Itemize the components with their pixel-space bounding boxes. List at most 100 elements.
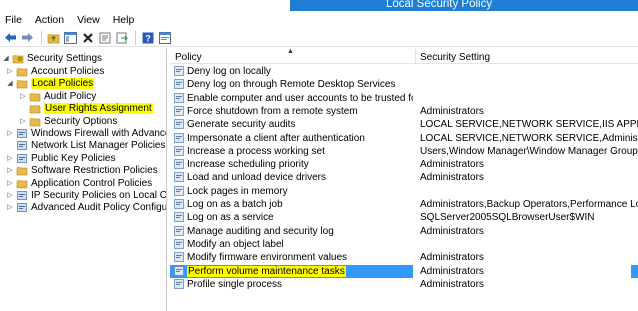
policy-name: Increase scheduling priority (187, 159, 309, 170)
policy-name: Log on as a batch job (187, 199, 283, 210)
column-divider[interactable] (415, 49, 416, 64)
policy-item-icon (174, 266, 184, 276)
policy-item-icon (174, 199, 184, 209)
tree-item-label: Local Policies (31, 77, 95, 89)
policy-cell: Manage auditing and security log (187, 225, 413, 238)
up-folder-icon[interactable] (46, 30, 61, 45)
policy-cell: Perform volume maintenance tasks (187, 265, 413, 278)
sort-ascending-icon: ▲ (287, 48, 294, 55)
forward-icon[interactable] (20, 30, 35, 45)
policy-cell: Load and unload device drivers (187, 171, 413, 184)
tree-item[interactable]: ◢ Local Policies (6, 77, 95, 89)
tree-item[interactable]: ▷ Windows Firewall with Advanced Secu (6, 127, 166, 139)
policy-node-icon (16, 140, 28, 151)
policy-item-icon (174, 252, 184, 262)
policy-folder-icon (16, 66, 28, 77)
menu-action[interactable]: Action (35, 14, 64, 26)
column-header-policy[interactable]: Policy (175, 52, 202, 63)
tree-item[interactable]: User Rights Assignment (19, 102, 153, 114)
menu-help[interactable]: Help (113, 14, 135, 26)
list-row[interactable]: Log on as a batch job Administrators,Back… (170, 198, 638, 211)
security-setting-cell: Administrators (413, 265, 631, 278)
expand-icon[interactable]: ▷ (6, 179, 14, 187)
list-row[interactable]: Perform volume maintenance tasks Administ… (170, 265, 638, 278)
policy-name: Log on as a service (187, 212, 274, 223)
tree-item[interactable]: ▷ Account Policies (6, 65, 104, 77)
tree-item[interactable]: ▷ Application Control Policies (6, 177, 152, 189)
tree-item-security-settings[interactable]: ◢ Security Settings (2, 52, 102, 64)
policy-name: Generate security audits (187, 119, 296, 130)
policy-cell: Log on as a batch job (187, 198, 413, 211)
list-row[interactable]: Load and unload device drivers Administra… (170, 171, 638, 184)
security-settings-icon (12, 53, 24, 64)
console-icon[interactable] (157, 30, 172, 45)
help-icon[interactable]: ? (140, 30, 155, 45)
list-row[interactable]: Manage auditing and security log Administ… (170, 225, 638, 238)
expand-icon[interactable]: ▷ (19, 92, 27, 100)
expand-icon[interactable]: ▷ (6, 154, 14, 162)
list-row[interactable]: Impersonate a client after authenticatio… (170, 132, 638, 145)
window-title: Local Security Policy (386, 0, 493, 10)
menu-file[interactable]: File (5, 14, 22, 26)
collapse-icon[interactable]: ◢ (2, 54, 10, 62)
policy-name: Load and unload device drivers (187, 172, 326, 183)
policy-item-icon (174, 159, 184, 169)
list-row[interactable]: Increase scheduling priority Administrato… (170, 158, 638, 171)
list-row[interactable]: Force shutdown from a remote system Admin… (170, 105, 638, 118)
policy-node-icon (16, 128, 28, 139)
tree-item-label: Network List Manager Policies (31, 139, 166, 151)
tree-item[interactable]: ▷ Audit Policy (19, 90, 96, 102)
security-setting-cell: Users,Window Manager\Window Manager Grou… (420, 146, 638, 157)
show-hide-tree-icon[interactable] (63, 30, 78, 45)
list-row[interactable]: Profile single process Administrators (170, 278, 638, 291)
column-header-security-setting[interactable]: Security Setting (420, 52, 490, 63)
policy-folder-icon (29, 116, 41, 127)
expand-icon[interactable]: ▷ (6, 129, 14, 137)
tree-item[interactable]: ▷ Advanced Audit Policy Configuration (6, 201, 166, 213)
policy-cell: Lock pages in memory (187, 185, 413, 198)
policy-folder-icon (29, 103, 41, 114)
policy-cell: Deny log on locally (187, 65, 413, 78)
policy-name: Impersonate a client after authenticatio… (187, 133, 365, 144)
tree-item-label: Security Settings (27, 52, 103, 64)
list-row[interactable]: Deny log on through Remote Desktop Servi… (170, 78, 638, 91)
tree-item[interactable]: Network List Manager Policies (6, 139, 166, 151)
back-icon[interactable] (3, 30, 18, 45)
expand-icon[interactable]: ▷ (6, 166, 14, 174)
properties-icon[interactable] (97, 30, 112, 45)
expand-icon[interactable]: ▷ (6, 203, 14, 211)
expand-icon[interactable]: ▷ (19, 117, 27, 125)
policy-cell: Impersonate a client after authenticatio… (187, 132, 413, 145)
policy-cell: Modify firmware environment values (187, 251, 413, 264)
list-row[interactable]: Modify an object label (170, 238, 638, 251)
policy-node-icon (16, 153, 28, 164)
list-row[interactable]: Deny log on locally (170, 65, 638, 78)
expand-icon[interactable]: ▷ (6, 67, 14, 75)
list-row[interactable]: Modify firmware environment values Admini… (170, 251, 638, 264)
expand-icon[interactable]: ▷ (6, 191, 14, 199)
policy-name: Lock pages in memory (187, 186, 288, 197)
list-row[interactable]: Log on as a service SQLServer2005SQLBrows… (170, 211, 638, 224)
tree-item[interactable]: ▷ Security Options (19, 115, 117, 127)
delete-icon[interactable] (80, 30, 95, 45)
export-list-icon[interactable] (114, 30, 129, 45)
policy-item-icon (174, 146, 184, 156)
security-setting-cell: Administrators,Backup Operators,Performa… (420, 199, 638, 210)
tree-item[interactable]: ▷ Public Key Policies (6, 152, 115, 164)
tree-item[interactable]: ▷ Software Restriction Policies (6, 164, 157, 176)
list-row[interactable]: Enable computer and user accounts to be … (170, 92, 638, 105)
collapse-icon[interactable]: ◢ (6, 79, 14, 87)
tree-item-label: User Rights Assignment (44, 102, 153, 114)
tree-item-label: Security Options (44, 115, 118, 127)
list-row[interactable]: Increase a process working set Users,Wind… (170, 145, 638, 158)
menu-view[interactable]: View (77, 14, 100, 26)
list-row[interactable]: Generate security audits LOCAL SERVICE,NE… (170, 118, 638, 131)
policy-cell: Modify an object label (187, 238, 413, 251)
list-row[interactable]: Lock pages in memory (170, 185, 638, 198)
tree-item[interactable]: ▷ IP Security Policies on Local Compute (6, 189, 166, 201)
policy-node-icon (16, 202, 28, 213)
toolbar-separator (41, 30, 42, 45)
policy-name: Deny log on through Remote Desktop Servi… (187, 79, 396, 90)
list-header: ▲ Policy Security Setting (170, 48, 638, 64)
security-setting-cell: Administrators (420, 226, 484, 237)
